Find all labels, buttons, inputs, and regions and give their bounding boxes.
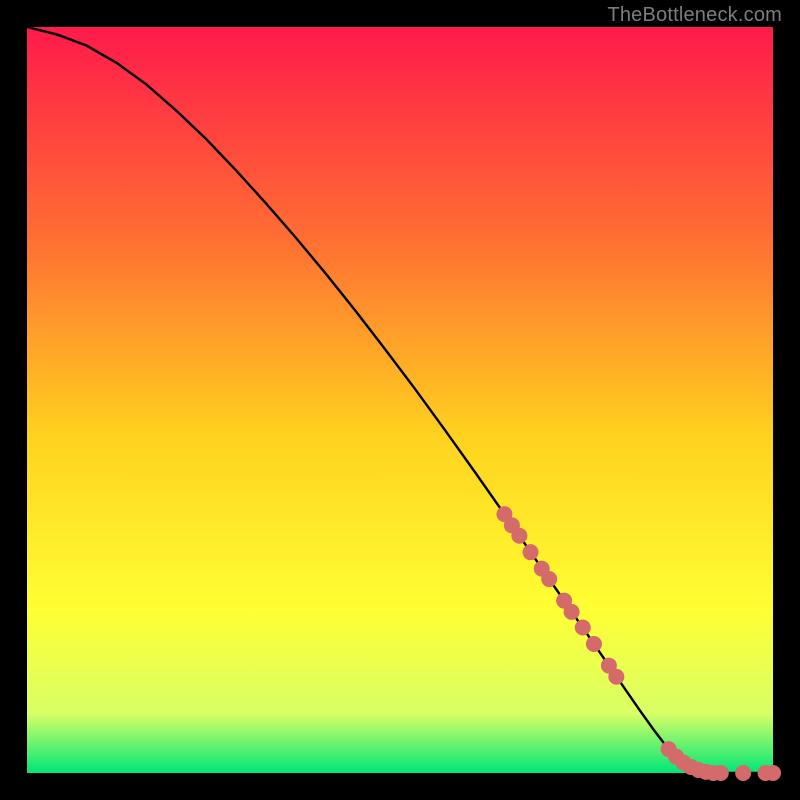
data-point (765, 765, 781, 781)
data-point (713, 765, 729, 781)
data-point (541, 571, 557, 587)
data-point (735, 765, 751, 781)
data-point (586, 636, 602, 652)
chart-svg (0, 0, 800, 800)
data-point (511, 528, 527, 544)
plot-background (27, 27, 773, 773)
data-point (575, 620, 591, 636)
data-point (523, 544, 539, 560)
chart-frame: TheBottleneck.com (0, 0, 800, 800)
data-point (608, 669, 624, 685)
watermark-text: TheBottleneck.com (607, 4, 782, 27)
data-point (564, 604, 580, 620)
